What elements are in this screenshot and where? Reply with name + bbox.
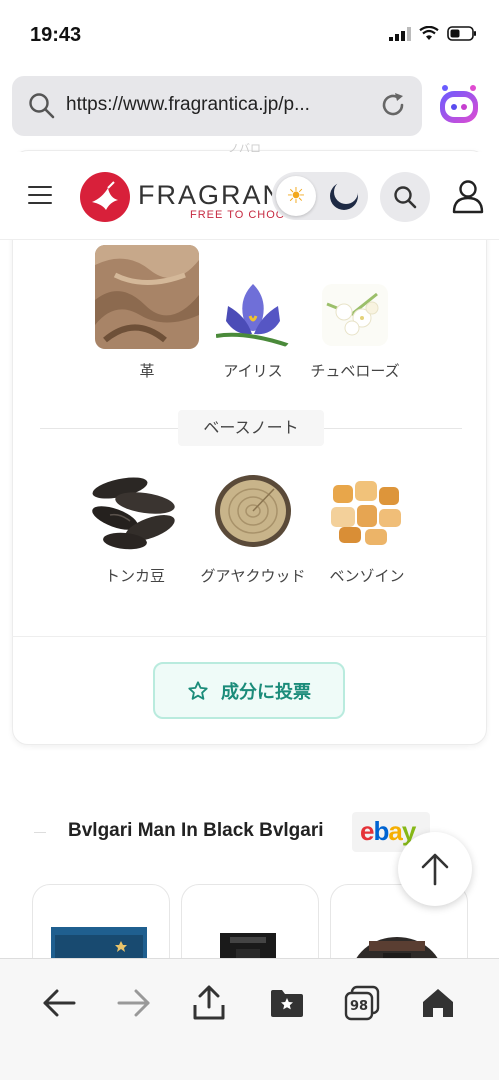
share-icon: [193, 985, 225, 1020]
note-image-benzoin[interactable]: [327, 475, 407, 549]
divider-line: [40, 428, 178, 429]
note-label-tonka-bean: トンカ豆: [104, 567, 165, 585]
share-button[interactable]: [187, 981, 231, 1025]
url-text: https://www.fragrantica.jp/p...: [66, 94, 310, 115]
base-notes-heading: ベースノート: [178, 410, 324, 446]
home-button[interactable]: [416, 981, 460, 1025]
star-icon: [188, 680, 208, 700]
moon-icon: [330, 180, 358, 210]
note-label-iris: アイリス: [223, 362, 283, 380]
user-icon[interactable]: [450, 178, 486, 214]
reload-icon[interactable]: [378, 90, 408, 120]
arrow-left-icon: [43, 989, 76, 1017]
status-bar: 19:43: [0, 0, 499, 70]
forward-button[interactable]: [112, 981, 156, 1025]
note-label-benzoin: ベンゾイン: [329, 567, 405, 585]
site-search-button[interactable]: [380, 172, 430, 222]
bookmark-folder-icon: [271, 990, 303, 1017]
arrow-up-icon: [421, 853, 449, 886]
status-icons: [389, 26, 477, 41]
card-divider: [12, 636, 487, 637]
divider-line: [34, 832, 46, 833]
menu-icon[interactable]: [28, 186, 52, 204]
vote-ingredients-button[interactable]: 成分に投票: [153, 662, 345, 719]
sun-icon: ☀: [276, 176, 316, 216]
ebay-text: ebay: [360, 816, 416, 846]
search-icon: [394, 186, 417, 209]
note-label-tuberose: チュベローズ: [310, 362, 400, 380]
logo-mark[interactable]: [80, 172, 130, 222]
browser-toolbar: 98: [0, 958, 499, 1080]
status-time: 19:43: [30, 24, 82, 46]
battery-icon: [447, 26, 476, 41]
home-icon: [423, 989, 453, 1017]
back-button[interactable]: [37, 981, 81, 1025]
note-image-tuberose[interactable]: [322, 284, 388, 346]
divider-line: [324, 428, 462, 429]
note-label-leather: 革: [139, 362, 155, 380]
note-image-guaiac-wood[interactable]: [212, 471, 294, 551]
tab-count: 98: [349, 998, 369, 1014]
tabs-button[interactable]: 98: [340, 981, 384, 1025]
theme-toggle[interactable]: ☀: [272, 172, 368, 220]
search-icon: [29, 93, 55, 119]
arrow-right-icon: [117, 989, 150, 1017]
note-image-leather[interactable]: [95, 245, 199, 349]
signal-icon: [389, 26, 411, 41]
shop-title: Bvlgari Man In Black Bvlgari: [68, 820, 324, 841]
vote-button-label: 成分に投票: [221, 681, 311, 703]
note-image-tonka-bean[interactable]: [90, 463, 180, 553]
assistant-icon[interactable]: [436, 82, 482, 128]
scroll-to-top-button[interactable]: [398, 832, 472, 906]
note-label-guaiac-wood: グアヤクウッド: [200, 567, 306, 585]
note-image-iris[interactable]: [216, 276, 290, 348]
wifi-icon: [419, 26, 439, 40]
site-header: FRAGRANTICA FREE TO CHOOSE ☀: [0, 152, 499, 240]
bookmarks-button[interactable]: [265, 981, 309, 1025]
address-bar[interactable]: https://www.fragrantica.jp/p...: [12, 76, 422, 136]
